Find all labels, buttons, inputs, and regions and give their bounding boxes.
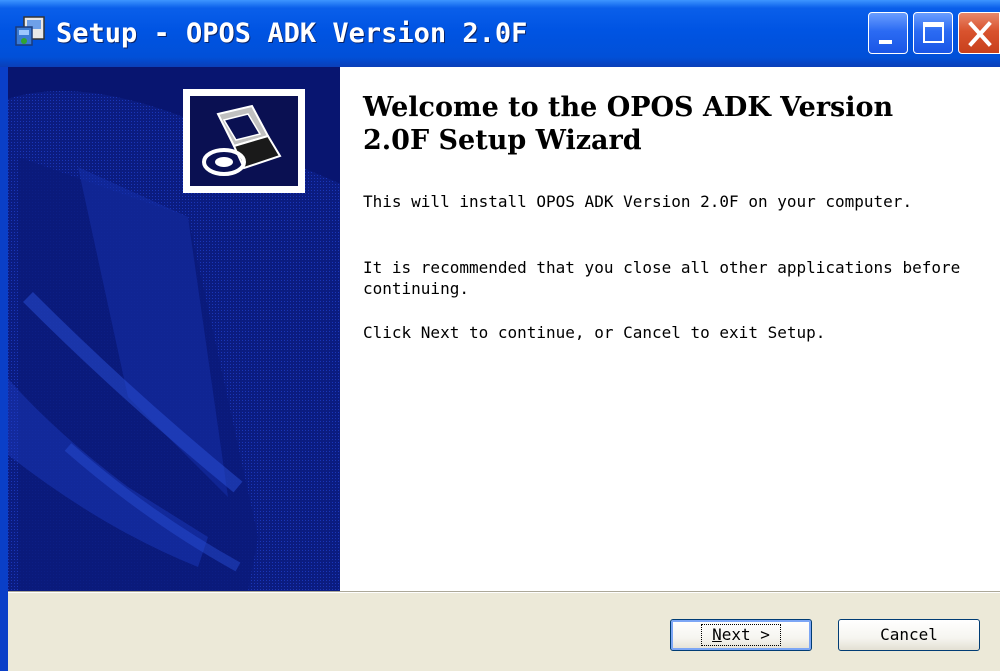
wizard-side-image [8, 67, 340, 591]
wizard-heading: Welcome to the OPOS ADK Version 2.0F Set… [363, 92, 894, 156]
close-apps-recommendation: It is recommended that you close all oth… [363, 258, 961, 298]
setup-window: Setup - OPOS ADK Version 2.0F Welcome to… [0, 0, 1000, 671]
maximize-button[interactable] [913, 12, 953, 54]
title-bar[interactable]: Setup - OPOS ADK Version 2.0F [0, 0, 1000, 67]
wizard-page: Welcome to the OPOS ADK Version 2.0F Set… [8, 67, 1000, 591]
setup-app-icon[interactable] [14, 15, 48, 49]
wizard-button-bar: Next > Cancel [8, 591, 1000, 671]
continue-instructions: Click Next to continue, or Cancel to exi… [363, 323, 826, 342]
close-button[interactable] [958, 12, 1000, 54]
window-frame-left [0, 67, 8, 671]
maximize-icon [923, 22, 944, 43]
next-mnemonic: N [712, 625, 722, 644]
setup-logo [183, 89, 305, 193]
window-title: Setup - OPOS ADK Version 2.0F [56, 18, 528, 49]
next-button-focus: Next > [701, 624, 781, 646]
install-description: This will install OPOS ADK Version 2.0F … [363, 192, 913, 211]
close-icon [968, 21, 992, 47]
computer-disk-icon [202, 104, 282, 176]
minimize-icon [879, 40, 892, 44]
next-label: ext > [721, 625, 770, 644]
cancel-button[interactable]: Cancel [838, 619, 980, 651]
minimize-button[interactable] [868, 12, 908, 54]
next-button[interactable]: Next > [670, 619, 812, 651]
